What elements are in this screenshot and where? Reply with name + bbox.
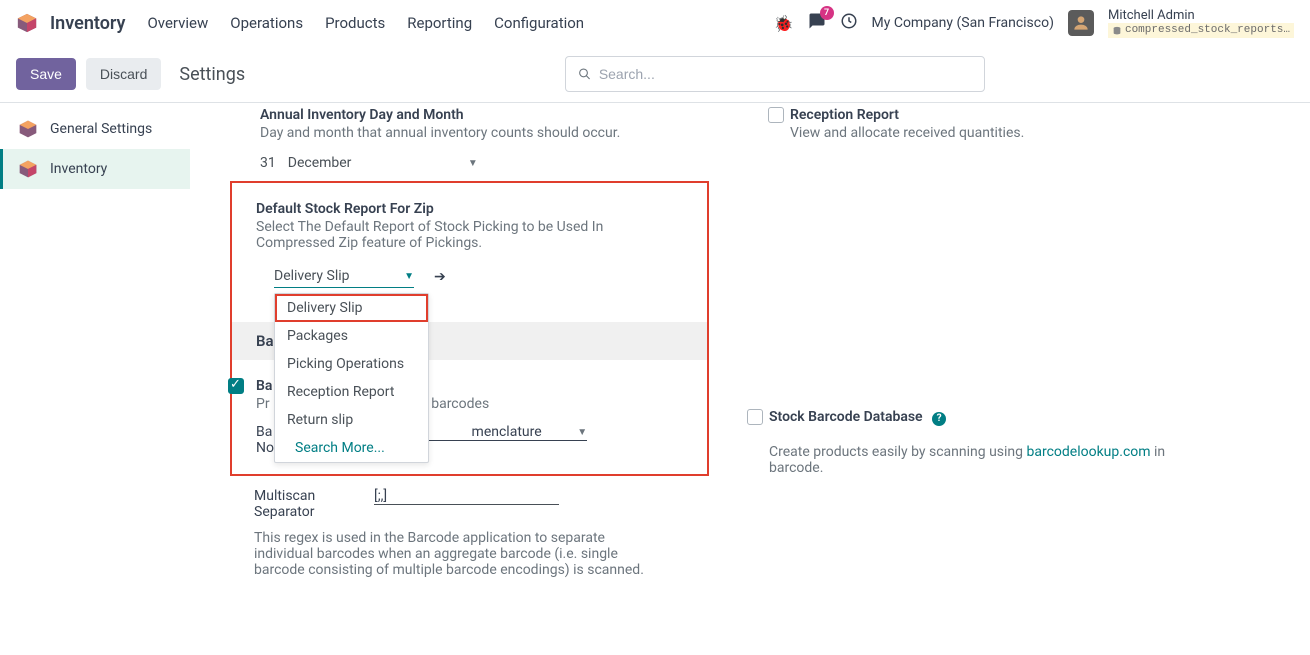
zip-desc: Select The Default Report of Stock Picki… [256, 219, 616, 251]
search-input[interactable] [599, 66, 972, 82]
barcode-db-desc: Create products easily by scanning using… [769, 444, 1169, 476]
nomenclature-select[interactable]: xxxxxxxxxxmenclature ▼ [402, 424, 587, 441]
topnav-right: 🐞 7 My Company (San Francisco) Mitchell … [774, 8, 1294, 39]
control-bar: Save Discard Settings [0, 46, 1310, 102]
caret-down-icon: ▼ [404, 271, 414, 282]
menu-products[interactable]: Products [325, 14, 385, 32]
search-wrap [565, 56, 985, 92]
settings-sidebar: General Settings Inventory [0, 103, 190, 655]
dd-option-picking-operations[interactable]: Picking Operations [275, 350, 428, 378]
barcode-db-title: Stock Barcode Database ? [769, 409, 1280, 426]
multiscan-label: Multiscan Separator [254, 488, 344, 520]
caret-down-icon: ▼ [577, 427, 587, 438]
main-menu: Overview Operations Products Reporting C… [147, 14, 584, 32]
gear-icon [18, 119, 38, 139]
dd-search-more[interactable]: Search More... [275, 434, 428, 462]
top-nav: Inventory Overview Operations Products R… [0, 0, 1310, 46]
zip-title: Default Stock Report For Zip [256, 201, 687, 217]
multiscan-input[interactable]: [;,] [374, 488, 559, 505]
sidebar-item-label: Inventory [50, 161, 107, 177]
inventory-icon [18, 159, 38, 179]
page-title: Settings [179, 64, 245, 85]
app-logo-icon[interactable] [16, 12, 38, 34]
zip-report-select[interactable]: Delivery Slip ▼ [274, 265, 414, 288]
avatar[interactable] [1068, 10, 1094, 36]
layout: General Settings Inventory Annual Invent… [0, 103, 1310, 655]
sidebar-item-inventory[interactable]: Inventory [0, 149, 190, 189]
save-button[interactable]: Save [16, 58, 76, 90]
annual-title: Annual Inventory Day and Month [260, 107, 738, 123]
reception-title: Reception Report [790, 107, 1268, 123]
barcode-scanner-checkbox[interactable] [228, 382, 244, 398]
dd-option-return-slip[interactable]: Return slip [275, 406, 428, 434]
annual-desc: Day and month that annual inventory coun… [260, 125, 738, 141]
annual-day-input[interactable]: 31 [260, 155, 276, 171]
reception-desc: View and allocate received quantities. [790, 125, 1268, 141]
help-icon[interactable]: ? [932, 412, 946, 426]
user-info[interactable]: Mitchell Admin compressed_stock_reports… [1108, 8, 1294, 39]
user-db: compressed_stock_reports… [1108, 23, 1294, 38]
menu-configuration[interactable]: Configuration [494, 14, 584, 32]
zip-setting-highlight: Default Stock Report For Zip Select The … [230, 181, 709, 476]
search-icon [578, 67, 591, 81]
sidebar-item-label: General Settings [50, 121, 152, 137]
caret-down-icon: ▼ [468, 158, 478, 169]
external-link-icon[interactable]: ➔ [426, 269, 446, 285]
reception-checkbox[interactable] [768, 107, 784, 127]
zip-report-dropdown: Delivery Slip Packages Picking Operation… [274, 293, 429, 463]
messages-badge: 7 [820, 6, 834, 20]
messages-icon[interactable]: 7 [808, 12, 826, 34]
menu-overview[interactable]: Overview [147, 14, 208, 32]
menu-reporting[interactable]: Reporting [407, 14, 472, 32]
dd-option-packages[interactable]: Packages [275, 322, 428, 350]
user-name: Mitchell Admin [1108, 8, 1294, 24]
barcodelookup-link[interactable]: barcodelookup.com [1026, 444, 1150, 460]
search-box[interactable] [565, 56, 985, 92]
activities-icon[interactable] [840, 12, 858, 34]
menu-operations[interactable]: Operations [230, 14, 303, 32]
dd-option-reception-report[interactable]: Reception Report [275, 378, 428, 406]
debug-icon[interactable]: 🐞 [774, 14, 794, 33]
annual-month-select[interactable]: December ▼ [288, 155, 478, 171]
barcode-db-checkbox[interactable] [747, 409, 763, 429]
dd-option-delivery-slip[interactable]: Delivery Slip [275, 294, 428, 322]
multiscan-help: This regex is used in the Barcode applic… [254, 530, 654, 578]
sidebar-item-general[interactable]: General Settings [0, 109, 190, 149]
company-switcher[interactable]: My Company (San Francisco) [872, 15, 1054, 31]
discard-button[interactable]: Discard [86, 58, 161, 90]
settings-main[interactable]: Annual Inventory Day and Month Day and m… [190, 103, 1310, 655]
app-brand[interactable]: Inventory [50, 13, 125, 34]
